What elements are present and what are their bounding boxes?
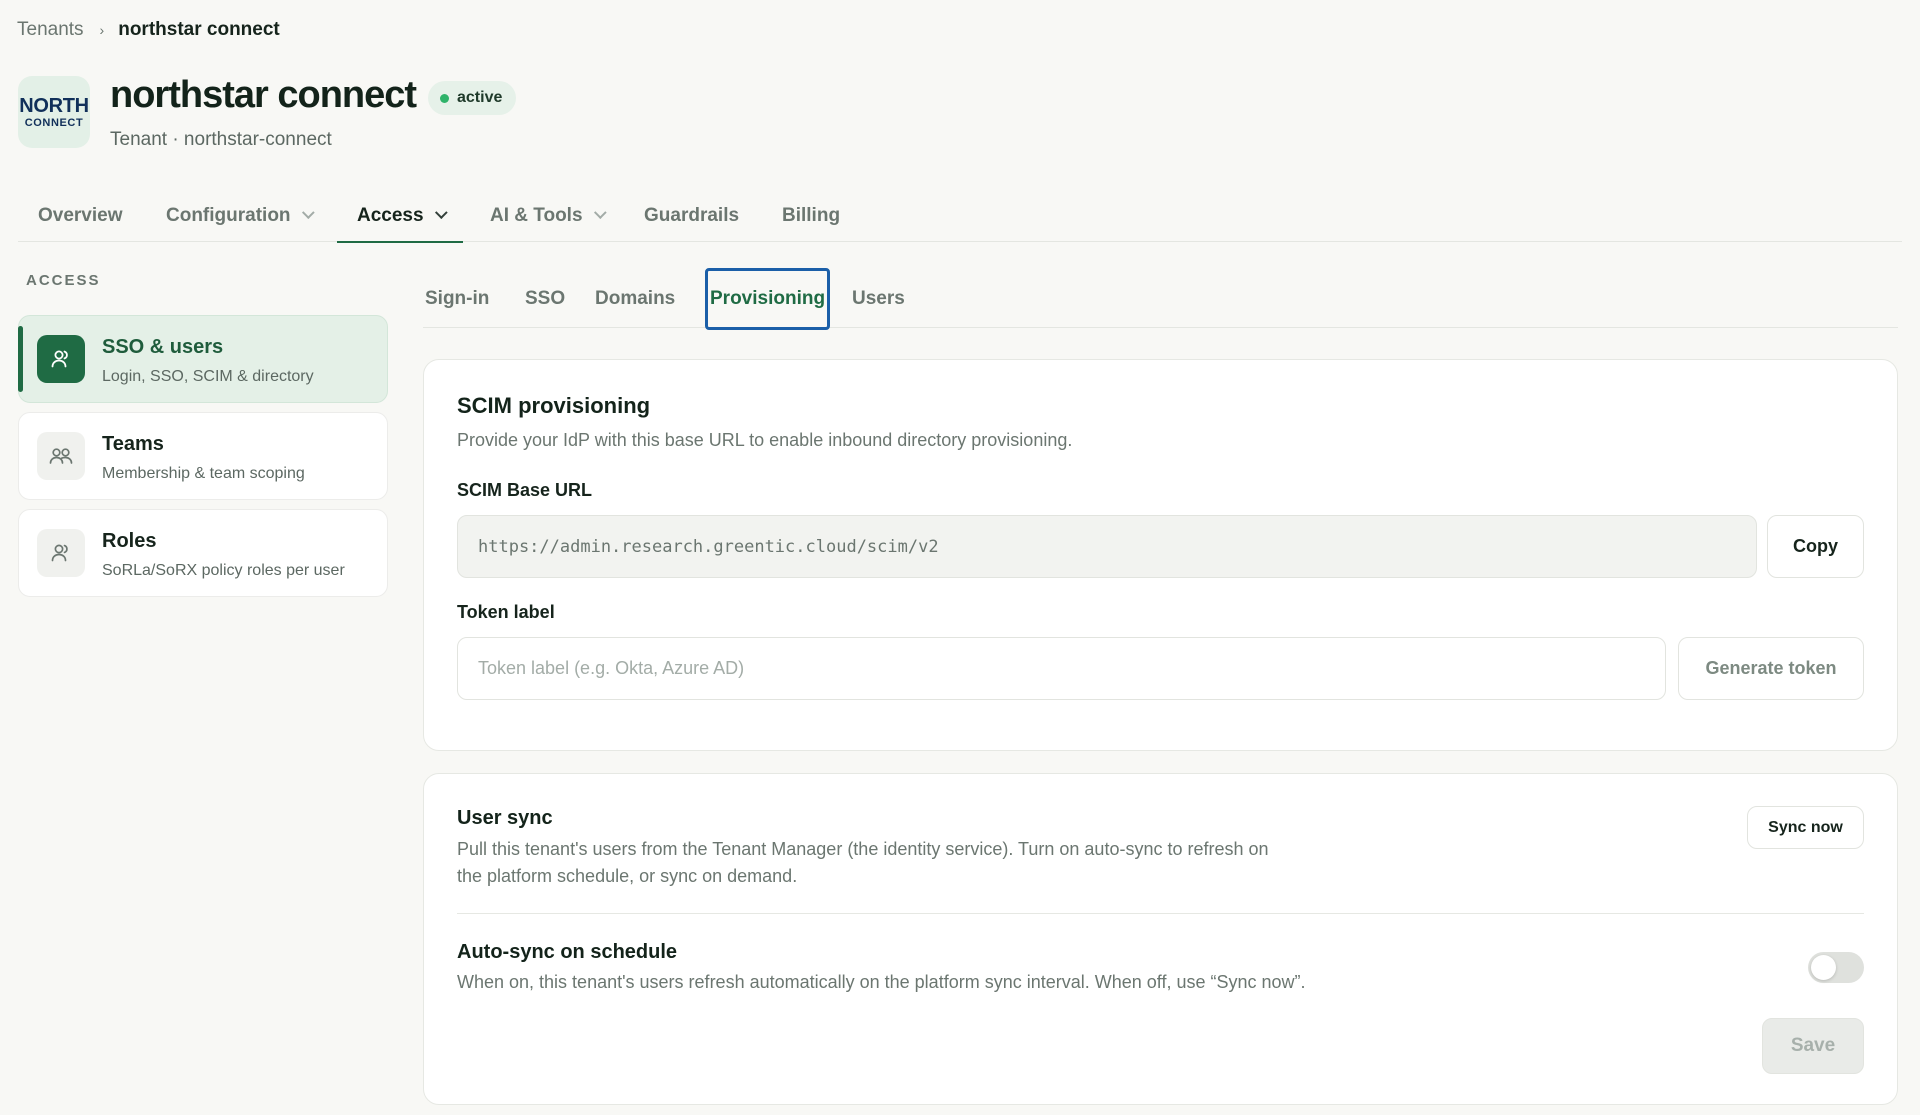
status-badge-label: active [457,89,503,106]
tenant-subtitle: Tenant · northstar-connect [110,129,332,150]
breadcrumb: Tenants › northstar connect [17,19,280,41]
breadcrumb-tenants-link[interactable]: Tenants [17,19,84,41]
chevron-down-icon [301,206,315,220]
scim-provisioning-panel: SCIM provisioning Provide your IdP with … [423,359,1898,751]
token-label-input[interactable]: Token label (e.g. Okta, Azure AD) [457,637,1666,700]
scim-base-url-value: https://admin.research.greentic.cloud/sc… [478,536,939,557]
breadcrumb-current: northstar connect [118,19,280,40]
user-icon [51,544,68,562]
sidebar-item-title: Teams [102,433,164,455]
generate-token-button[interactable]: Generate token [1678,637,1864,700]
sidebar-item-title: Roles [102,530,157,552]
sidebar-item-icon-box [37,335,85,383]
chevron-down-icon [434,206,448,220]
users-icon [49,448,73,464]
sidebar-item-description: Membership & team scoping [102,465,305,482]
user-icon [51,350,68,368]
tab-guardrails[interactable]: Guardrails [644,189,739,242]
user-sync-description: Pull this tenant's users from the Tenant… [457,836,1269,890]
tab-label: Access [357,204,424,226]
tab-sign-in[interactable]: Sign-in [425,268,489,330]
tab-sso[interactable]: SSO [525,268,565,330]
scim-description: Provide your IdP with this base URL to e… [457,430,1073,450]
tab-domains[interactable]: Domains [595,268,675,330]
tab-users[interactable]: Users [852,268,905,330]
sidebar-item-roles[interactable]: Roles SoRLa/SoRX policy roles per user [18,509,388,597]
tenant-logo: NORTH CONNECT [18,76,90,148]
sync-now-button[interactable]: Sync now [1747,806,1864,849]
sidebar-header: ACCESS [26,272,101,289]
tenant-logo-line1: NORTH [19,94,89,117]
sidebar-item-title: SSO & users [102,336,224,358]
sub-tabs: Sign-in SSO Domains Provisioning Users [423,268,1898,330]
toggle-knob [1811,955,1836,980]
copy-button[interactable]: Copy [1767,515,1864,578]
save-button[interactable]: Save [1762,1018,1864,1074]
auto-sync-toggle[interactable] [1808,952,1864,983]
chevron-right-icon: › [99,22,105,38]
tab-label: Billing [782,204,841,226]
main-tabs: Overview Configuration Access AI & Tools… [18,189,1902,243]
sidebar-item-description: Login, SSO, SCIM & directory [102,368,314,385]
tab-access[interactable]: Access [337,189,463,243]
chevron-down-icon [593,206,607,220]
scim-title: SCIM provisioning [457,393,651,418]
status-dot-icon [440,93,449,103]
tab-ai-tools[interactable]: AI & Tools [490,189,607,242]
scim-base-url-field[interactable]: https://admin.research.greentic.cloud/sc… [457,515,1757,578]
tab-overview[interactable]: Overview [38,189,123,242]
token-label-label: Token label [457,602,555,622]
user-sync-title: User sync [457,807,553,829]
sidebar-item-teams[interactable]: Teams Membership & team scoping [18,412,388,500]
sidebar-item-icon-box [37,529,85,577]
tab-label: Configuration [166,204,291,226]
sidebar-item-sso-users[interactable]: SSO & users Login, SSO, SCIM & directory [18,315,388,403]
tab-provisioning[interactable]: Provisioning [705,268,831,330]
token-label-placeholder: Token label (e.g. Okta, Azure AD) [478,658,745,678]
tab-label: AI & Tools [490,204,583,226]
sidebar-item-icon-box [37,432,85,480]
scim-base-url-label: SCIM Base URL [457,480,593,500]
status-badge: active [428,81,517,115]
tab-label: Guardrails [644,204,740,226]
user-sync-panel: User sync Pull this tenant's users from … [423,773,1898,1105]
tenant-logo-line2: CONNECT [24,116,84,129]
tab-billing[interactable]: Billing [782,189,840,242]
divider [457,913,1864,914]
tab-configuration[interactable]: Configuration [166,189,315,242]
sidebar-item-description: SoRLa/SoRX policy roles per user [102,562,345,579]
auto-sync-title: Auto-sync on schedule [457,941,678,963]
page-title: northstar connect [110,74,417,116]
auto-sync-description: When on, this tenant's users refresh aut… [457,972,1306,992]
user-sync-description-line1: Pull this tenant's users from the Tenant… [457,839,1269,859]
user-sync-description-line2: the platform schedule, or sync on demand… [457,866,798,886]
tab-label: Overview [38,204,123,226]
